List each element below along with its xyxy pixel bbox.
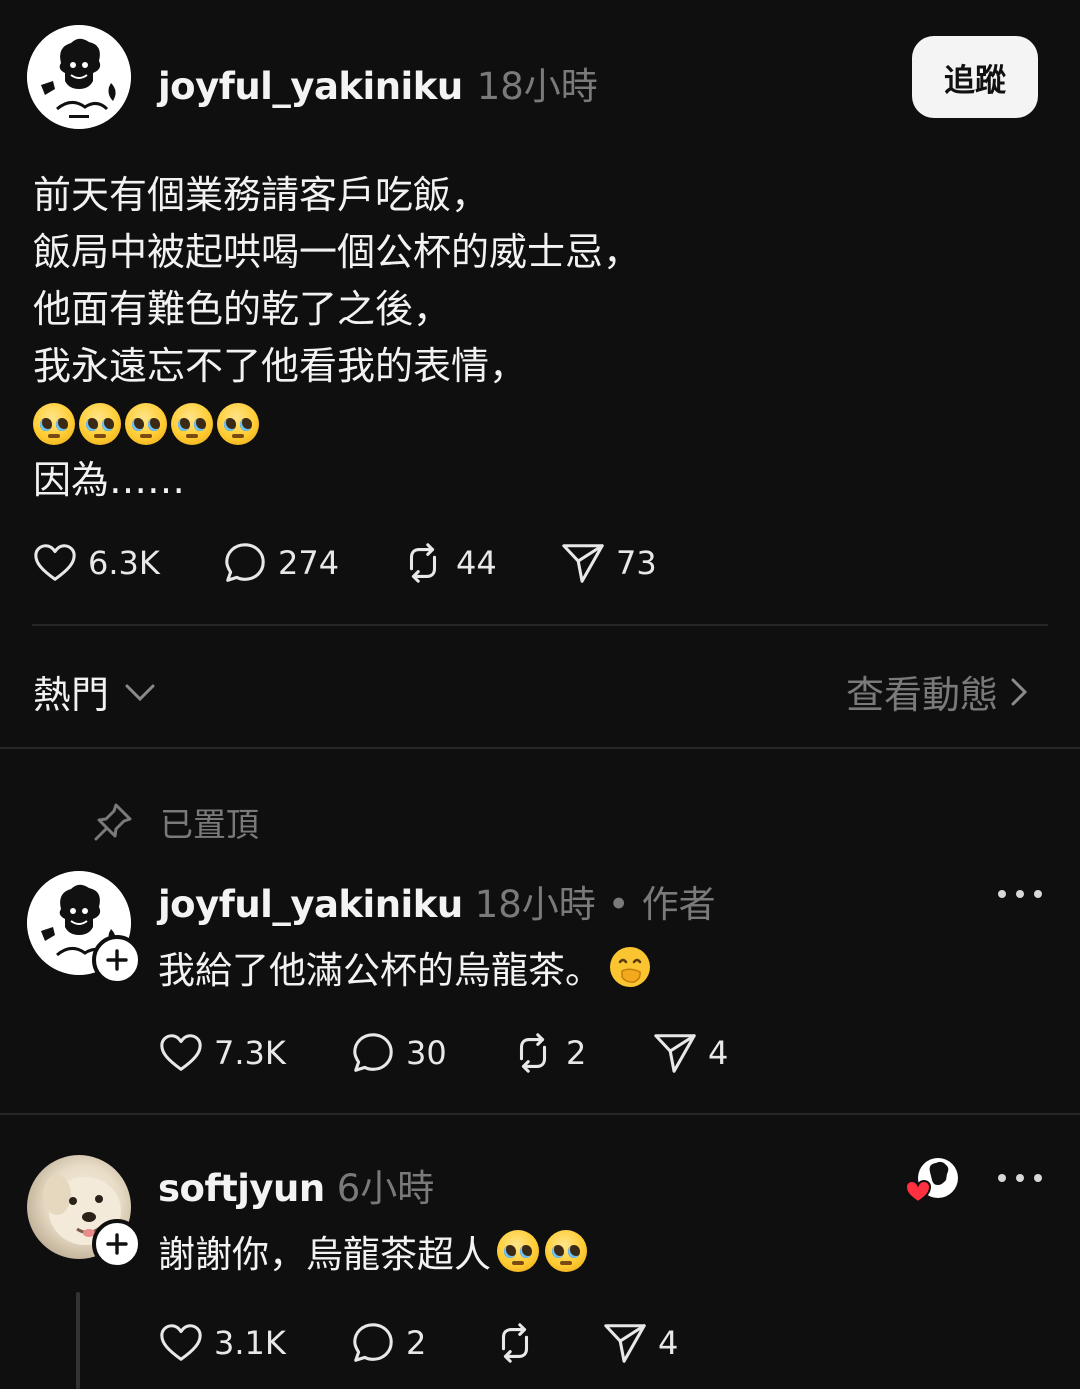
meta-separator: • <box>607 883 630 926</box>
dot <box>998 1174 1006 1182</box>
dot <box>998 890 1006 898</box>
section-divider <box>0 1113 1080 1115</box>
like-count: 6.3K <box>88 544 160 582</box>
reply-actions: 7.3K 30 2 4 <box>158 1030 728 1076</box>
follow-plus-button[interactable] <box>92 1219 142 1269</box>
heart-icon <box>160 1034 202 1071</box>
plus-icon <box>106 949 128 971</box>
pinned-indicator: 已置頂 <box>92 798 259 846</box>
like-count: 3.1K <box>214 1324 286 1362</box>
post-line: 前天有個業務請客戶吃飯， <box>33 173 490 217</box>
repost-count: 2 <box>566 1034 587 1072</box>
repost-icon <box>409 543 437 583</box>
post-line: 飯局中被起哄喝一個公杯的威士忌， <box>33 230 642 274</box>
like-count: 7.3K <box>214 1034 286 1072</box>
reply-username[interactable]: joyful_yakiniku <box>158 883 463 926</box>
dot <box>1016 890 1024 898</box>
repost-button[interactable]: 44 <box>400 540 560 586</box>
heart-icon <box>34 544 76 581</box>
divider <box>32 624 1048 626</box>
share-count: 73 <box>616 544 657 582</box>
reply-text: 謝謝你，烏龍茶超人 <box>158 1233 491 1276</box>
pleading-face-emoji-icon <box>497 1230 539 1272</box>
post-line: 他面有難色的乾了之後， <box>33 287 452 331</box>
reply-text: 我給了他滿公杯的烏龍茶。 <box>158 949 602 992</box>
dot <box>1016 1174 1024 1182</box>
pleading-face-emoji-icon <box>217 402 259 445</box>
chevron-right-icon <box>1011 678 1028 705</box>
repost-button[interactable] <box>492 1320 602 1366</box>
section-divider <box>0 747 1080 749</box>
pleading-face-emoji-icon <box>125 402 167 445</box>
chevron-down-icon <box>125 684 155 701</box>
thread-line <box>76 1292 80 1389</box>
like-button[interactable]: 3.1K <box>158 1320 350 1366</box>
share-button[interactable]: 4 <box>602 1320 678 1366</box>
pleading-face-emoji-icon <box>545 1230 587 1272</box>
send-icon <box>654 1034 696 1073</box>
share-count: 4 <box>658 1324 679 1362</box>
avatar[interactable] <box>27 25 131 129</box>
author-liked-icon <box>904 1158 958 1204</box>
author-tag: 作者 <box>641 883 716 926</box>
comment-button[interactable]: 274 <box>222 540 400 586</box>
comment-button[interactable]: 2 <box>350 1320 492 1366</box>
joyful-logo-icon <box>27 25 131 129</box>
view-activity-link[interactable]: 查看動態 <box>846 664 1030 719</box>
view-activity-label: 查看動態 <box>846 673 999 717</box>
share-button[interactable]: 4 <box>652 1030 728 1076</box>
reply-body: 謝謝你，烏龍茶超人 <box>158 1224 587 1278</box>
reply-body: 我給了他滿公杯的烏龍茶。 <box>158 940 652 994</box>
pin-icon <box>94 803 132 841</box>
post-timestamp: 18小時 <box>476 65 598 108</box>
more-options-button[interactable] <box>998 1174 1042 1182</box>
repost-icon <box>501 1323 529 1363</box>
pleading-face-emoji-icon <box>79 402 121 445</box>
more-options-button[interactable] <box>998 890 1042 898</box>
like-button[interactable]: 7.3K <box>158 1030 350 1076</box>
repost-icon <box>519 1033 547 1073</box>
comment-button[interactable]: 30 <box>350 1030 510 1076</box>
repost-button[interactable]: 2 <box>510 1030 652 1076</box>
repost-count: 44 <box>456 544 497 582</box>
heart-icon <box>160 1324 202 1361</box>
post-username[interactable]: joyful_yakiniku <box>158 65 463 108</box>
author-liked-indicator <box>904 1158 960 1204</box>
sort-label: 熱門 <box>33 673 110 717</box>
follow-button[interactable]: 追蹤 <box>912 36 1038 118</box>
post-line: 我永遠忘不了他看我的表情， <box>33 344 528 388</box>
emoji-row <box>33 395 933 452</box>
send-icon <box>562 544 604 583</box>
send-icon <box>604 1324 646 1363</box>
comment-bubble-icon <box>225 543 265 582</box>
reply-timestamp: 6小時 <box>336 1167 435 1210</box>
reply-timestamp: 18小時 <box>474 883 596 926</box>
follow-plus-button[interactable] <box>92 935 142 985</box>
reply-username[interactable]: softjyun <box>158 1167 325 1210</box>
plus-icon <box>106 1233 128 1255</box>
like-button[interactable]: 6.3K <box>32 540 222 586</box>
comment-count: 30 <box>406 1034 447 1072</box>
comment-count: 2 <box>406 1324 427 1362</box>
comment-count: 274 <box>278 544 340 582</box>
post-line: 因為…… <box>33 458 186 502</box>
hand-over-mouth-emoji-icon <box>610 947 650 987</box>
pinned-label: 已置頂 <box>160 805 259 844</box>
post-body: 前天有個業務請客戶吃飯， 飯局中被起哄喝一個公杯的威士忌， 他面有難色的乾了之後… <box>33 167 933 509</box>
pleading-face-emoji-icon <box>171 402 213 445</box>
share-count: 4 <box>708 1034 729 1072</box>
dot <box>1034 1174 1042 1182</box>
comment-bubble-icon <box>353 1323 393 1362</box>
dot <box>1034 890 1042 898</box>
pleading-face-emoji-icon <box>33 402 75 445</box>
comment-bubble-icon <box>353 1033 393 1072</box>
sort-dropdown[interactable]: 熱門 <box>33 664 157 719</box>
post-actions: 6.3K 274 44 73 <box>32 540 657 586</box>
reply-actions: 3.1K 2 4 <box>158 1320 678 1366</box>
share-button[interactable]: 73 <box>560 540 657 586</box>
